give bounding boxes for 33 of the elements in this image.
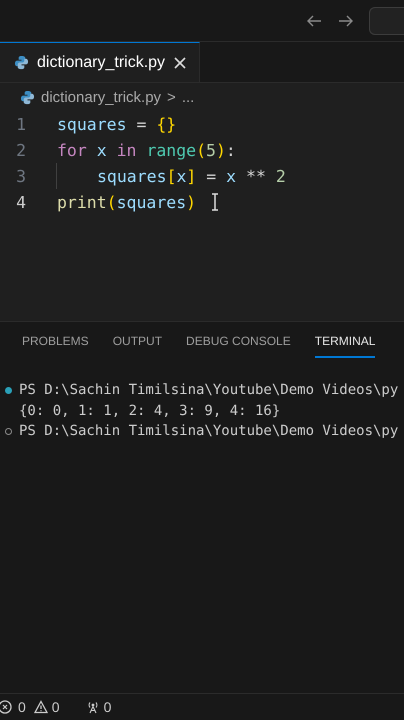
line-number: 1 [15,114,27,134]
panel-tab[interactable]: PROBLEMS [22,334,89,358]
command-status-dot[interactable] [5,386,12,394]
breadcrumb-more[interactable]: ... [182,88,194,106]
error-icon[interactable] [0,700,14,714]
text-cursor-icon [210,192,220,212]
warning-icon[interactable] [34,700,48,714]
panel-tab[interactable]: DEBUG CONSOLE [186,334,291,358]
error-count[interactable]: 0 [18,699,26,715]
close-icon[interactable] [173,56,188,70]
code-line: for x in range(5): [56,140,236,162]
ports-count[interactable]: 0 [104,699,112,715]
tab-label: dictionary_trick.py [37,54,166,72]
editor-tab[interactable]: dictionary_trick.py [0,42,200,82]
command-status-dot[interactable] [5,428,12,435]
line-number: 4 [15,192,27,212]
terminal-line: PS D:\Sachin Timilsina\Youtube\Demo Videos\py [19,382,398,398]
code-line: squares[x] = x ** 2 [56,163,286,189]
panel-tab[interactable]: TERMINAL [314,334,376,358]
line-number: 3 [15,166,27,186]
python-icon [14,55,29,70]
warning-count[interactable]: 0 [52,699,60,715]
breadcrumb-file[interactable]: dictionary_trick.py [41,88,162,106]
search-field[interactable] [369,6,404,34]
terminal-line: PS D:\Sachin Timilsina\Youtube\Demo Videos\py [19,423,398,440]
code-line: print(squares) [56,192,196,214]
terminal-line: {0: 0, 1: 1, 2: 4, 3: 9, 4: 16} [19,402,280,419]
breadcrumb-separator: > [167,88,176,106]
python-icon [20,90,35,104]
antenna-icon[interactable] [86,700,100,714]
code-line: squares = {} [56,114,176,136]
panel-tab[interactable]: OUTPUT [112,334,162,358]
line-number: 2 [15,140,27,160]
